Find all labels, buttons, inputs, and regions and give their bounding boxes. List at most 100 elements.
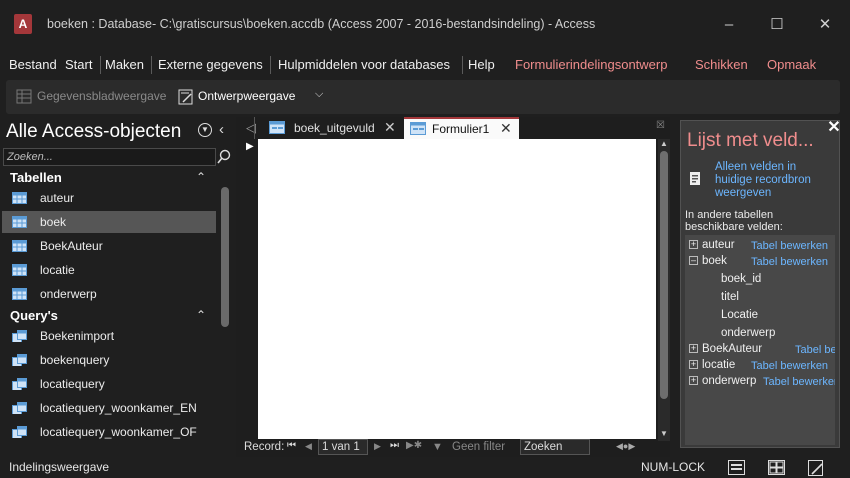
edit-table-link[interactable]: Tabel bewerken [751, 256, 828, 268]
last-record-icon[interactable]: ⏭ [390, 440, 399, 451]
layout-view-icon[interactable] [768, 460, 785, 475]
group-header-tabellen[interactable]: Tabellen [10, 170, 62, 185]
tree-node-onderwerp[interactable]: + onderwerp [689, 375, 756, 387]
nav-scrollbar-thumb[interactable] [221, 187, 229, 327]
nav-item-label: onderwerp [40, 287, 97, 301]
menu-externe-gegevens[interactable]: Externe gegevens [158, 57, 263, 72]
menu-formulierindelingsontwerp[interactable]: Formulierindelingsontwerp [515, 57, 667, 72]
expand-icon[interactable]: + [689, 344, 698, 354]
menu-help[interactable]: Help [468, 57, 495, 72]
field-onderwerp[interactable]: onderwerp [721, 327, 775, 339]
record-label: Record: [244, 441, 285, 453]
horizontal-scroll-icon[interactable]: ◀●▶ [616, 441, 635, 452]
close-window-icon[interactable]: ✕ [802, 12, 848, 38]
current-record-field[interactable]: 1 van 1 [318, 439, 368, 455]
ribbon: Gegevensbladweergave Ontwerpweergave ⌵ [6, 80, 840, 114]
form-view-icon[interactable] [728, 460, 745, 475]
tree-node-boekauteur[interactable]: + BoekAuteur [689, 343, 762, 355]
navigation-pane: Alle Access-objecten ▼ ‹ Zoeken... Tabel… [0, 117, 235, 455]
nav-item-boek[interactable]: boek [2, 211, 216, 233]
filter-status[interactable]: Geen filter [452, 441, 505, 453]
nav-item-label: locatiequery [40, 377, 105, 391]
access-app-icon[interactable]: A [14, 14, 32, 34]
tree-node-locatie[interactable]: + locatie [689, 359, 735, 371]
collapse-icon[interactable]: – [689, 256, 698, 266]
edit-table-link[interactable]: Tabel bewerken [763, 376, 835, 388]
close-tab-icon[interactable]: ✕ [500, 120, 512, 137]
close-tab-icon[interactable]: ✕ [384, 119, 396, 136]
next-record-icon[interactable]: ▶ [374, 441, 381, 452]
record-selector-icon[interactable]: ▶ [246, 141, 254, 152]
tab-label: boek_uitgevuld [294, 121, 375, 135]
tree-node-auteur[interactable]: + auteur [689, 239, 735, 251]
design-view-button[interactable]: Ontwerpweergave [198, 89, 295, 103]
nav-item-boekenquery[interactable]: boekenquery [2, 349, 216, 371]
scroll-down-icon[interactable]: ▼ [660, 429, 668, 438]
scroll-up-icon[interactable]: ▲ [660, 139, 668, 148]
collapse-nav-icon[interactable]: ‹ [219, 121, 224, 138]
first-record-icon[interactable]: ⏮ [287, 440, 296, 451]
tree-node-boek[interactable]: – boek [689, 255, 727, 267]
nav-item-label: auteur [40, 191, 75, 205]
group-collapse-icon[interactable]: ⌃ [196, 308, 206, 322]
datasheet-icon [16, 89, 32, 104]
ribbon-dropdown-icon[interactable]: ⌵ [315, 88, 323, 101]
group-header-querys[interactable]: Query's [10, 308, 58, 323]
expand-icon[interactable]: + [689, 376, 698, 386]
tab-label: Formulier1 [432, 122, 490, 136]
nav-item-onderwerp[interactable]: onderwerp [2, 283, 216, 305]
query-icon [12, 378, 27, 390]
form-layout-canvas[interactable] [258, 139, 656, 439]
field-boek-id[interactable]: boek_id [721, 273, 761, 285]
menu-schikken[interactable]: Schikken [695, 57, 748, 72]
menu-bestand[interactable]: Bestand [9, 57, 57, 72]
menu-opmaak[interactable]: Opmaak [767, 57, 816, 72]
document-area: ◁ boek_uitgevuld ✕ Formulier1 ✕ ☒ ▶ ▲ ▼ [236, 117, 670, 457]
field-locatie[interactable]: Locatie [721, 309, 758, 321]
nav-item-locatiequery-woonkamer-of[interactable]: locatiequery_woonkamer_OF [2, 421, 216, 443]
status-view-label: Indelingsweergave [9, 460, 110, 474]
record-search-input[interactable]: Zoeken [520, 439, 590, 455]
menu-start[interactable]: Start [65, 57, 92, 72]
nav-scrollbar[interactable] [220, 187, 230, 455]
nav-item-locatiequery-woonkamer-en[interactable]: locatiequery_woonkamer_EN [2, 397, 216, 419]
new-record-icon[interactable]: ▶✱ [406, 440, 422, 451]
expand-icon[interactable]: + [689, 240, 698, 250]
table-name: BoekAuteur [702, 343, 763, 355]
nav-item-auteur[interactable]: auteur [2, 187, 216, 209]
search-icon[interactable] [216, 148, 233, 166]
tab-formulier1[interactable]: Formulier1 ✕ [404, 117, 519, 139]
previous-record-icon[interactable]: ◀ [305, 441, 312, 452]
nav-item-boekauteur[interactable]: BoekAuteur [2, 235, 216, 257]
field-titel[interactable]: titel [721, 291, 739, 303]
query-icon [12, 330, 27, 342]
tab-boek-uitgevuld[interactable]: boek_uitgevuld ✕ [263, 117, 403, 139]
nav-item-locatiequery[interactable]: locatiequery [2, 373, 216, 395]
nav-search-input[interactable]: Zoeken... [3, 148, 216, 166]
form-icon [269, 121, 285, 134]
datasheet-view-button[interactable]: Gegevensbladweergave [37, 89, 166, 103]
maximize-icon[interactable]: ☐ [754, 12, 800, 38]
menu-maken[interactable]: Maken [105, 57, 144, 72]
nav-menu-chevron-icon[interactable]: ▼ [198, 123, 212, 137]
form-vertical-scrollbar[interactable]: ▲ ▼ [658, 139, 670, 441]
edit-table-link[interactable]: Tabel bewerken [751, 240, 828, 252]
edit-table-link[interactable]: Tabel bewerken [751, 360, 828, 372]
query-icon [12, 426, 27, 438]
nav-item-locatie[interactable]: locatie [2, 259, 216, 281]
menu-divider [100, 56, 101, 74]
form-scrollbar-thumb[interactable] [660, 151, 668, 399]
show-current-recordsource-link[interactable]: Alleen velden in huidige recordbron weer… [715, 161, 815, 200]
nav-pane-title[interactable]: Alle Access-objecten [6, 121, 181, 143]
edit-table-link[interactable]: Tabel bewerken [795, 344, 835, 356]
close-field-list-icon[interactable]: ✕ [826, 120, 842, 136]
field-list-title: Lijst met veld... [687, 130, 814, 151]
group-collapse-icon[interactable]: ⌃ [196, 170, 206, 184]
expand-icon[interactable]: + [689, 360, 698, 370]
minimize-icon[interactable]: – [706, 12, 752, 38]
nav-item-boekenimport[interactable]: Boekenimport [2, 325, 216, 347]
record-navigation-bar: Record: ⏮ ◀ 1 van 1 ▶ ⏭ ▶✱ ▼ Geen filter… [238, 438, 668, 456]
design-view-status-icon[interactable] [808, 460, 825, 476]
menu-hulpmiddelen[interactable]: Hulpmiddelen voor databases [278, 57, 450, 72]
close-all-tabs-icon[interactable]: ☒ [656, 120, 665, 131]
